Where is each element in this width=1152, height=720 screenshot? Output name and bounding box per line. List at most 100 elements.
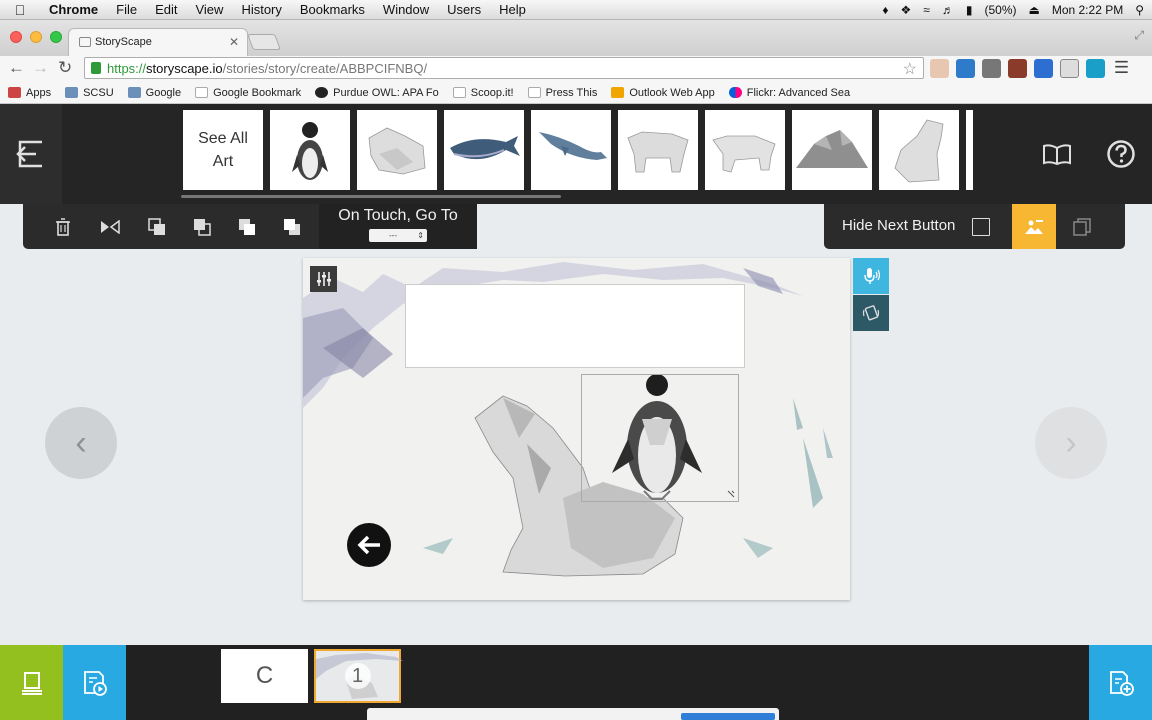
volume-icon[interactable]: ♬ [942, 3, 954, 17]
extension-refresh-icon[interactable] [1086, 59, 1105, 78]
page-1-thumbnail[interactable]: 1 [314, 649, 403, 703]
art-item-iceberg[interactable] [792, 110, 872, 190]
close-tab-icon[interactable]: ✕ [229, 35, 239, 49]
dialog-primary-button[interactable] [681, 713, 775, 720]
page-settings-button[interactable] [310, 266, 337, 292]
extension-icons: ☰ [930, 59, 1131, 78]
bookmark-scsu[interactable]: SCSU [65, 87, 114, 99]
document-play-icon [83, 670, 107, 696]
zoom-window-button[interactable] [50, 31, 62, 43]
send-to-back-button[interactable] [270, 204, 314, 249]
story-text-box[interactable] [405, 284, 745, 368]
bookmark-apps[interactable]: Apps [8, 87, 51, 99]
new-tab-button[interactable] [247, 34, 281, 50]
outlook-icon [611, 87, 625, 98]
art-item-polar-bear-lying[interactable] [357, 110, 437, 190]
reload-icon[interactable]: ↻ [58, 58, 72, 78]
record-audio-button[interactable] [853, 258, 889, 294]
story-library-button[interactable] [0, 645, 63, 720]
see-all-art-button[interactable]: See All Art [183, 110, 263, 190]
chevron-right-icon: › [1065, 423, 1077, 462]
art-item-whale[interactable] [444, 110, 524, 190]
bookmark-google-bookmark[interactable]: Google Bookmark [195, 87, 301, 99]
art-strip-scrollbar[interactable] [181, 195, 561, 198]
microphone-icon [864, 268, 880, 284]
landscape-image-icon [1025, 219, 1043, 234]
art-item-blue-whale[interactable] [531, 110, 611, 190]
tab-title: StoryScape [95, 36, 152, 48]
exit-editor-button[interactable] [0, 104, 62, 204]
duplicate-page-button[interactable] [1060, 204, 1104, 249]
apple-icon[interactable]:  [0, 2, 40, 18]
bring-forward-button[interactable] [135, 204, 179, 249]
menu-file[interactable]: File [107, 2, 146, 17]
background-image-button[interactable] [1012, 204, 1056, 249]
preview-story-button[interactable] [63, 645, 126, 720]
menu-edit[interactable]: Edit [146, 2, 186, 17]
chrome-menu-icon[interactable]: ☰ [1112, 59, 1131, 78]
page-icon [527, 87, 541, 98]
menu-history[interactable]: History [232, 2, 290, 17]
help-button[interactable] [1090, 104, 1152, 204]
bookmark-google[interactable]: Google [127, 87, 181, 99]
wifi-icon[interactable]: ≈ [923, 3, 930, 17]
address-bar[interactable]: https://storyscape.io/stories/story/crea… [84, 57, 924, 79]
story-page-canvas[interactable] [303, 258, 850, 600]
dropbox-icon[interactable]: ❖ [901, 3, 912, 17]
notification-bell-icon[interactable]: ♦ [882, 3, 888, 17]
menu-window[interactable]: Window [374, 2, 438, 17]
add-page-button[interactable] [1089, 645, 1152, 720]
extension-photos-icon[interactable] [1008, 59, 1027, 78]
forward-icon[interactable]: → [32, 58, 49, 78]
bookmark-press-this[interactable]: Press This [527, 87, 597, 99]
art-item-partial[interactable] [966, 110, 973, 190]
bookmark-scoop-it[interactable]: Scoop.it! [452, 87, 514, 99]
flip-object-button[interactable] [88, 204, 132, 249]
flickr-icon [728, 87, 742, 98]
bring-to-front-button[interactable] [225, 204, 269, 249]
on-touch-page-select[interactable]: --- [369, 229, 427, 242]
eject-icon[interactable]: ⏏ [1028, 3, 1039, 17]
menu-bookmarks[interactable]: Bookmarks [291, 2, 374, 17]
menu-users[interactable]: Users [438, 2, 490, 17]
previous-page-arrow[interactable]: ‹ [45, 407, 117, 479]
bookmark-outlook-web-app[interactable]: Outlook Web App [611, 87, 715, 99]
cover-page-thumbnail[interactable]: C [221, 649, 308, 703]
art-item-penguin[interactable] [270, 110, 350, 190]
bookmark-purdue-owl[interactable]: Purdue OWL: APA Fo [315, 87, 439, 99]
clock[interactable]: Mon 2:22 PM [1052, 3, 1123, 17]
owl-icon [315, 87, 329, 98]
back-icon[interactable]: ← [8, 58, 25, 78]
chevron-left-icon: ‹ [75, 423, 87, 462]
close-window-button[interactable] [10, 31, 22, 43]
help-question-icon [1107, 140, 1135, 168]
extension-rss-icon[interactable] [930, 59, 949, 78]
animate-object-button[interactable] [853, 295, 889, 331]
extension-puzzle-icon[interactable] [982, 59, 1001, 78]
menu-help[interactable]: Help [490, 2, 535, 17]
bookmark-star-icon[interactable]: ☆ [903, 59, 917, 79]
extension-cast-icon[interactable] [1060, 59, 1079, 78]
fullscreen-icon[interactable]: ⤢ [1134, 28, 1144, 43]
art-item-polar-bear-standing[interactable] [618, 110, 698, 190]
on-touch-goto: On Touch, Go To --- [319, 204, 477, 249]
battery-icon[interactable]: ▮ [966, 3, 973, 17]
exit-arrow-icon [16, 140, 42, 168]
browser-tab-storyscape[interactable]: StoryScape ✕ [68, 28, 248, 56]
hide-next-button-checkbox[interactable] [972, 218, 990, 236]
bookmark-flickr[interactable]: Flickr: Advanced Sea [728, 87, 850, 99]
story-preview-button[interactable] [1026, 104, 1088, 204]
art-item-polar-bear-walking[interactable] [705, 110, 785, 190]
menu-view[interactable]: View [186, 2, 232, 17]
art-item-polar-bear-sitting[interactable] [879, 110, 959, 190]
next-page-arrow[interactable]: › [1035, 407, 1107, 479]
selected-penguin-object[interactable] [581, 374, 739, 502]
send-backward-button[interactable] [180, 204, 224, 249]
previous-page-link-button[interactable] [347, 523, 391, 567]
extension-calendar-icon[interactable] [956, 59, 975, 78]
spotlight-search-icon[interactable]: ⚲ [1135, 3, 1144, 17]
extension-mail-icon[interactable] [1034, 59, 1053, 78]
minimize-window-button[interactable] [30, 31, 42, 43]
menu-app-name[interactable]: Chrome [40, 2, 107, 17]
delete-object-button[interactable] [41, 204, 85, 249]
